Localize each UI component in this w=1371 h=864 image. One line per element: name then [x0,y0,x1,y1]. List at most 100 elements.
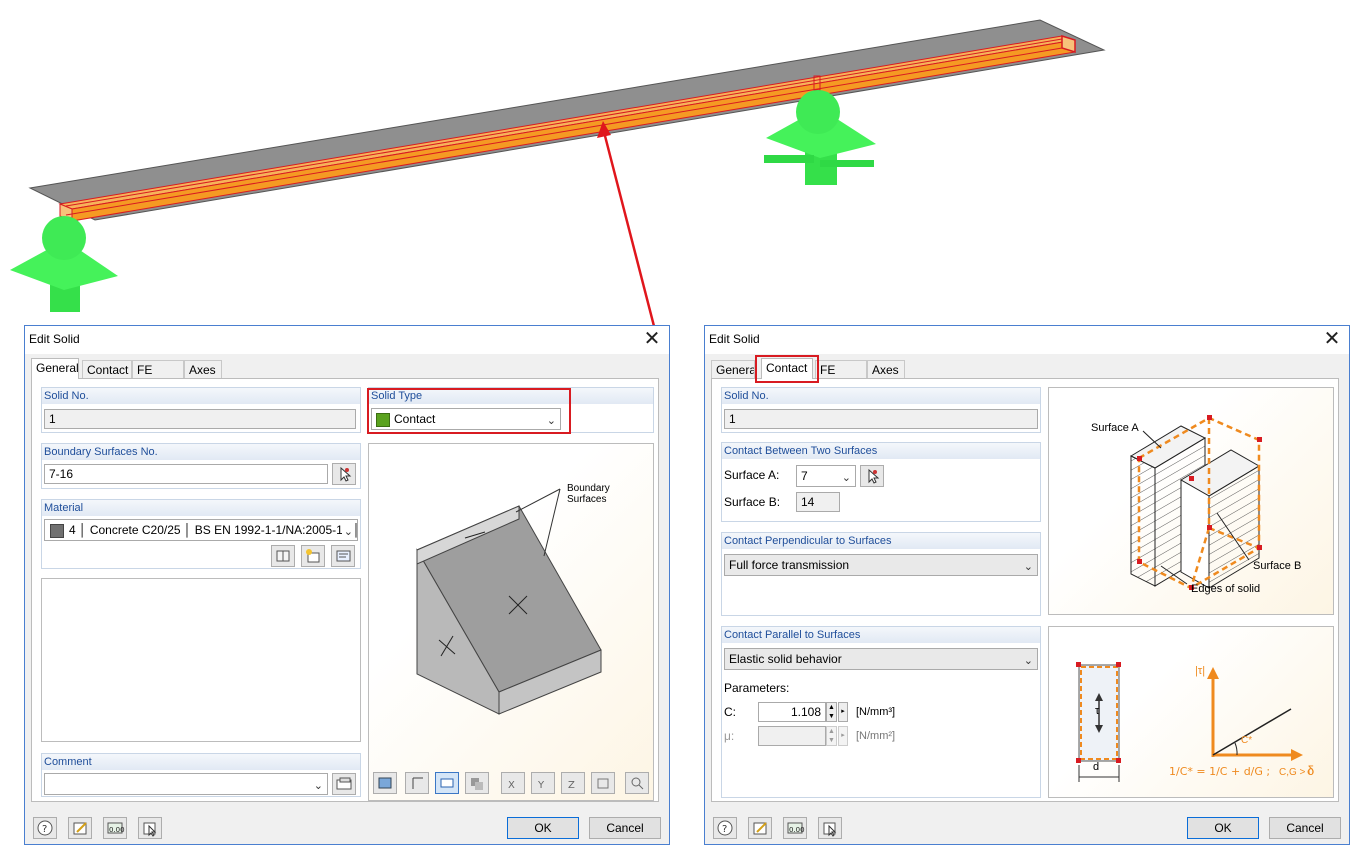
tab-fe-mesh[interactable]: FE Mesh [815,360,867,395]
edit-solid-dialog-general: Edit Solid ✕ General Contact FE Mesh Axe… [24,325,670,845]
chevron-down-icon: ⌄ [841,472,851,484]
beam-side [71,39,1076,222]
contact-between-group: Contact Between Two Surfaces Surface A: … [721,442,1041,522]
units-button[interactable]: 0.00 [103,817,127,839]
ok-button[interactable]: OK [507,817,579,839]
boundary-surfaces-annotation: Boundary Surfaces [567,483,610,505]
figure-view-z-button[interactable]: Z [561,772,585,794]
surface-b-label: Surface B: [724,495,781,509]
ok-button[interactable]: OK [1187,817,1259,839]
material-select[interactable]: 4 │ Concrete C20/25 │ BS EN 1992-1-1/NA:… [44,519,358,541]
surface-a-select[interactable]: 7 ⌄ [796,465,856,487]
c-unit: [N/mm³] [856,706,896,718]
figure-info-button[interactable] [435,772,459,794]
pencil-icon [753,822,767,835]
tab-contact[interactable]: Contact [82,360,132,378]
dialog-title: Edit Solid [709,332,760,346]
svg-text:Z: Z [568,780,575,791]
close-icon[interactable]: ✕ [641,328,663,350]
solid-no-field: 1 [44,409,356,429]
units-button[interactable]: 0.00 [783,817,807,839]
pick-surfaces-button[interactable] [332,463,356,485]
tab-axes[interactable]: Axes [867,360,905,378]
select-button[interactable] [818,817,842,839]
new-material-button[interactable] [301,545,325,567]
contact-between-header: Contact Between Two Surfaces [722,443,1040,459]
solid-type-highlight [367,388,571,434]
figure-render-button[interactable] [465,772,489,794]
comment-input[interactable]: ⌄ [44,773,328,795]
edit-material-button[interactable] [331,545,355,567]
figure-view-x-button[interactable]: X [501,772,525,794]
zoom-icon [631,777,644,790]
help-button[interactable]: ? [33,817,57,839]
tab-fe-mesh[interactable]: FE Mesh [132,360,184,395]
perpendicular-group: Contact Perpendicular to Surfaces Full f… [721,532,1041,616]
view-icon [378,777,392,789]
figure-view-button[interactable] [373,772,397,794]
units-icon: 0.00 [787,822,805,834]
chevron-down-icon: ⌄ [313,780,323,792]
wedge-solid-figure [416,488,602,715]
surface-b-field: 14 [796,492,840,512]
pick-surface-a-button[interactable] [860,465,884,487]
material-label: Material [42,500,360,516]
perpendicular-select[interactable]: Full force transmission ⌄ [724,554,1038,576]
svg-text:X: X [508,780,515,791]
tab-general[interactable]: General [711,360,755,378]
close-icon[interactable]: ✕ [1321,328,1343,350]
c-input[interactable]: 1.108 [758,702,826,722]
comment-library-button[interactable] [332,773,356,795]
edit-button[interactable] [748,817,772,839]
tab-general[interactable]: General [31,358,79,379]
axes-icon [412,777,423,789]
svg-text:Y: Y [537,780,545,791]
select-button[interactable] [138,817,162,839]
edges-annotation: Edges of solid [1191,583,1261,595]
mu-spinner: ▲ ▼ [826,726,837,746]
cancel-button[interactable]: Cancel [589,817,661,839]
help-icon: ? [717,820,733,836]
chevron-down-icon: ⌄ [1023,655,1033,667]
edit-solid-dialog-contact: Edit Solid ✕ General Contact FE Mesh Axe… [704,325,1350,845]
mu-menu-arrow: ▸ [838,726,848,746]
material-library-button[interactable] [271,545,295,567]
c-label: C: [724,705,736,719]
comment-label: Comment [42,754,360,770]
c-menu-arrow[interactable]: ▸ [838,702,848,722]
figure-axes-button[interactable] [405,772,429,794]
help-button[interactable]: ? [713,817,737,839]
view-y-icon: Y [537,780,545,791]
view-z-icon: Z [568,780,575,791]
render-icon [471,778,483,790]
figure-iso-button[interactable] [591,772,615,794]
figure-view-y-button[interactable]: Y [531,772,555,794]
material-group: Material 4 │ Concrete C20/25 │ BS EN 199… [41,499,361,569]
empty-panel [41,578,361,742]
pencil-icon [73,822,87,835]
cursor-pick-icon [868,468,880,484]
chevron-down-icon: ⌄ [341,522,353,540]
iso-view-icon [597,778,609,789]
c-spinner[interactable]: ▲ ▼ [826,702,837,722]
dialog-title: Edit Solid [29,332,80,346]
parallel-value: Elastic solid behavior [729,652,842,666]
cancel-button[interactable]: Cancel [1269,817,1341,839]
view-x-icon: X [508,780,515,791]
surface-a-value: 7 [801,469,808,483]
svg-text:0.00: 0.00 [789,826,805,834]
solid-no-label: Solid No. [722,388,1040,404]
tab-content: Solid No. 1 Contact Between Two Surfaces… [711,378,1339,802]
tab-content: Solid No. 1 Solid Type Contact ⌄ Boundar… [31,378,659,802]
new-icon [306,549,320,563]
parallel-select[interactable]: Elastic solid behavior ⌄ [724,648,1038,670]
edit-button[interactable] [68,817,92,839]
tab-axes[interactable]: Axes [184,360,222,378]
book-icon [276,550,290,562]
boundary-surfaces-input[interactable]: 7-16 [44,464,328,484]
model-view[interactable] [0,0,1371,330]
cursor-select-icon [823,822,837,837]
solid-figure-panel: Boundary Surfaces X Y Z [368,443,654,801]
mu-input [758,726,826,746]
figure-zoom-button[interactable] [625,772,649,794]
